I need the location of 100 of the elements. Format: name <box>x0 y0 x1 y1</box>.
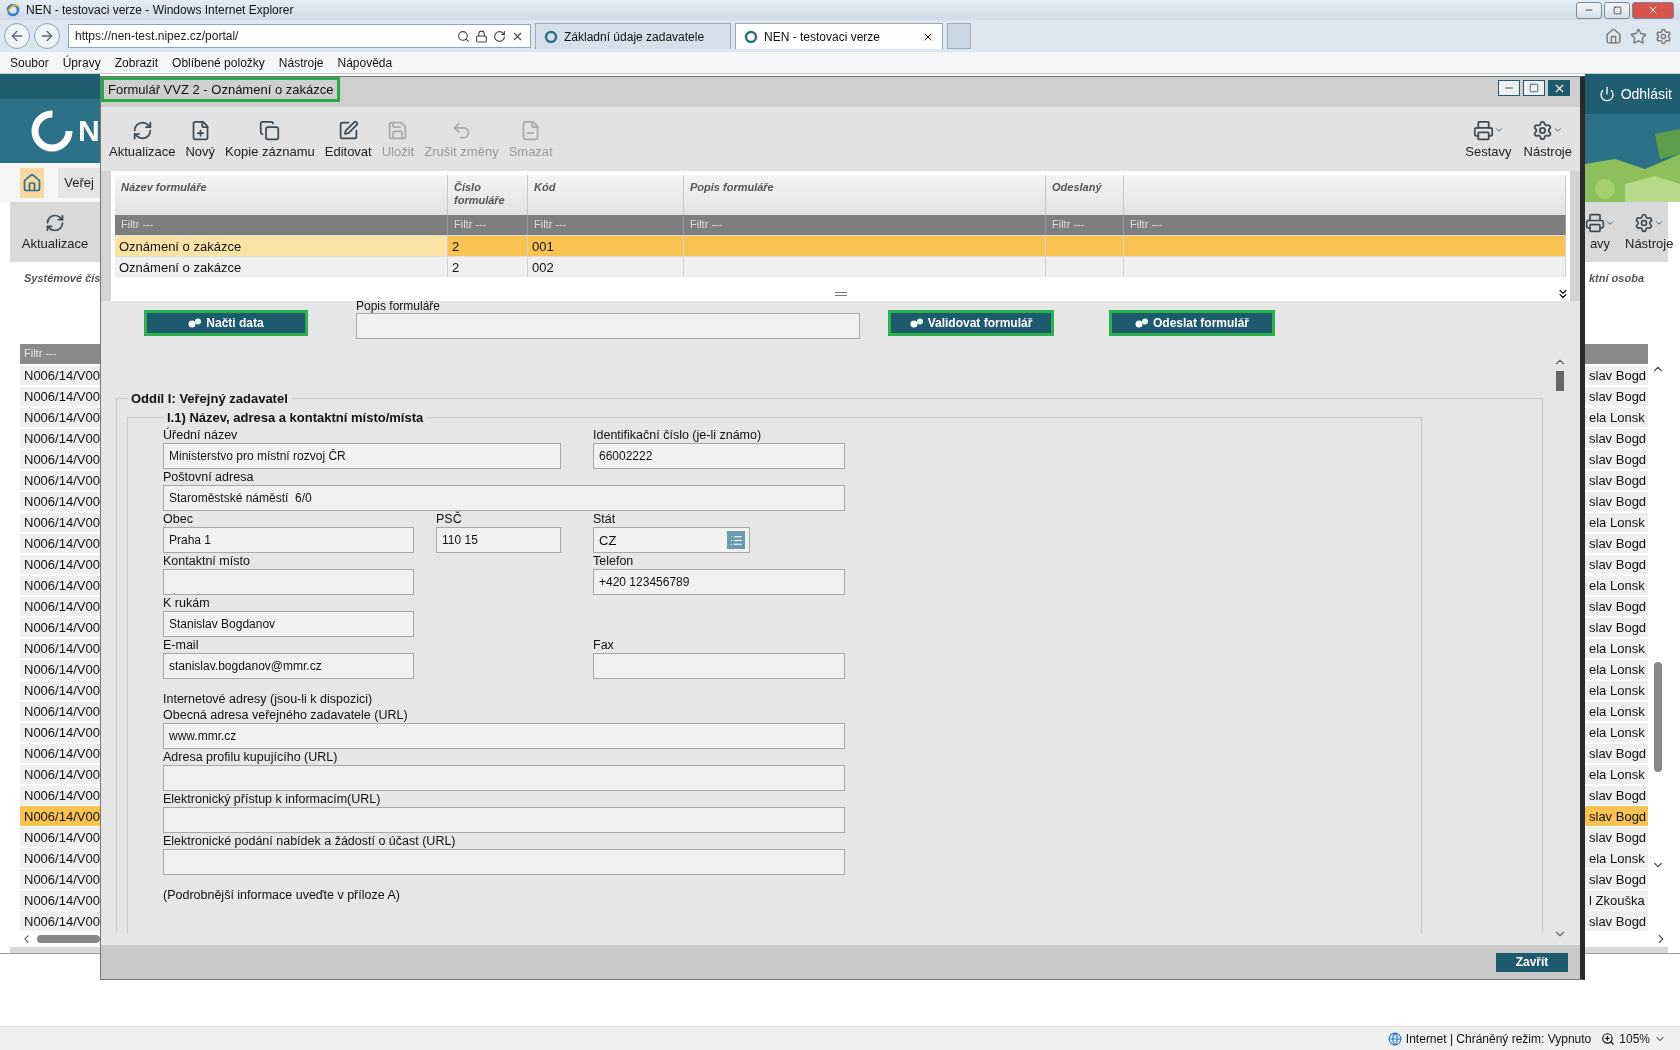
address-bar[interactable]: https://nen-test.nipez.cz/portal/ <box>68 24 531 48</box>
table-cell[interactable] <box>1046 235 1124 256</box>
grip-icon[interactable] <box>834 291 847 297</box>
column-header[interactable]: Popis formuláře <box>684 175 1046 215</box>
table-row[interactable]: ela Lonsk <box>1585 764 1648 785</box>
table-row[interactable]: N006/14/V00 <box>20 554 100 575</box>
table-cell[interactable]: 001 <box>528 235 684 256</box>
table-row[interactable]: N006/14/V00 <box>20 407 100 428</box>
scroll-thumb[interactable] <box>1654 662 1662 773</box>
table-cell[interactable]: 2 <box>448 235 528 256</box>
menu-item[interactable]: Úpravy <box>56 55 107 70</box>
column-header[interactable]: Číslo formuláře <box>448 175 528 215</box>
table-cell[interactable]: Oznámení o zakázce <box>115 256 448 277</box>
table-row[interactable]: slav Bogd <box>1585 449 1648 470</box>
table-row[interactable]: N006/14/V00 <box>20 848 100 869</box>
toolbar-button[interactable]: Sestavy <box>1465 119 1512 159</box>
action-button[interactable]: Načti data <box>144 310 308 336</box>
table-row[interactable]: N006/14/V00 <box>20 575 100 596</box>
forward-button[interactable] <box>34 23 60 49</box>
table-row[interactable]: N006/14/V00 <box>20 890 100 910</box>
table-row[interactable]: slav Bogd <box>1585 869 1648 890</box>
table-row[interactable]: N006/14/V00 <box>20 428 100 449</box>
table-row[interactable]: slav Bogd <box>1585 386 1648 407</box>
table-row[interactable]: ela Lonsk <box>1585 722 1648 743</box>
input-field[interactable]: 110 15 <box>436 527 561 553</box>
table-row[interactable]: slav Bogd <box>1585 743 1648 764</box>
table-row[interactable]: l Zkouška <box>1585 890 1648 910</box>
table-row[interactable]: ela Lonsk <box>1585 575 1648 596</box>
action-button[interactable]: Odeslat formulář <box>1109 310 1275 336</box>
table-cell[interactable]: Oznámení o zakázce <box>115 235 448 256</box>
table-row[interactable]: slav Bogd <box>1585 785 1648 806</box>
input-field[interactable]: stanislav.bogdanov@mmr.cz <box>163 653 414 679</box>
table-row[interactable]: slav Bogd <box>1585 911 1648 931</box>
reports-button[interactable]: avy <box>1585 213 1615 252</box>
table-row[interactable]: ela Lonsk <box>1585 848 1648 869</box>
column-header[interactable]: Název formuláře <box>115 175 448 215</box>
table-row[interactable]: N006/14/V00 <box>20 512 100 533</box>
browser-tab[interactable]: NEN - testovaci verze <box>735 23 943 49</box>
toolbar-button[interactable]: Editovat <box>324 119 372 159</box>
refresh-button[interactable]: Aktualizace <box>21 213 89 252</box>
input-field[interactable]: Praha 1 <box>163 527 414 553</box>
menu-item[interactable]: Nástroje <box>272 55 330 70</box>
scroll-thumb[interactable] <box>1556 371 1564 391</box>
table-row[interactable]: slav Bogd <box>1585 617 1648 638</box>
zoom-level[interactable]: 105% <box>1601 1031 1666 1046</box>
new-tab-button[interactable] <box>947 23 971 49</box>
input-field[interactable] <box>163 849 845 875</box>
column-header[interactable]: Kód <box>528 175 684 215</box>
menu-item[interactable]: Zobrazit <box>108 55 165 70</box>
table-row[interactable]: N006/14/V00 <box>20 470 100 491</box>
table-row[interactable]: ela Lonsk <box>1585 407 1648 428</box>
table-row[interactable]: slav Bogd <box>1585 365 1648 386</box>
tools-button[interactable]: Nástroje <box>1625 213 1674 252</box>
table-row[interactable]: N006/14/V00 <box>20 743 100 764</box>
table-row[interactable]: N006/14/V00 <box>20 659 100 680</box>
input-field[interactable] <box>163 569 414 595</box>
table-row[interactable]: N006/14/V00 <box>20 827 100 848</box>
maximize-button[interactable] <box>1523 80 1545 96</box>
toolbar-button[interactable]: Aktualizace <box>109 119 176 159</box>
input-field[interactable]: +420 123456789 <box>593 569 845 595</box>
table-row[interactable]: slav Bogd <box>1585 806 1648 827</box>
table-row[interactable]: N006/14/V00 <box>20 680 100 701</box>
table-cell[interactable]: 2 <box>448 256 528 277</box>
input-field[interactable]: Stanislav Bogdanov <box>163 611 414 637</box>
input-field[interactable]: 66002222 <box>593 443 845 469</box>
list-button[interactable] <box>727 531 745 549</box>
table-row[interactable]: N006/14/V00 <box>20 533 100 554</box>
close-button[interactable] <box>1632 1 1674 19</box>
table-row[interactable]: N006/14/V00 <box>20 617 100 638</box>
filter-field[interactable] <box>1585 344 1648 365</box>
menu-item[interactable]: Oblíbené položky <box>166 55 271 70</box>
table-row[interactable]: slav Bogd <box>1585 554 1648 575</box>
table-row[interactable]: N006/14/V00 <box>20 764 100 785</box>
table-row[interactable]: ela Lonsk <box>1585 680 1648 701</box>
back-button[interactable] <box>4 23 30 49</box>
logout-link[interactable]: Odhlásit <box>1620 85 1672 102</box>
column-header[interactable]: Odeslaný <box>1046 175 1124 215</box>
toolbar-button[interactable]: Nástroje <box>1523 119 1572 159</box>
input-field[interactable]: www.mmr.cz <box>163 723 845 749</box>
table-row[interactable]: N006/14/V00 <box>20 911 100 931</box>
home-button[interactable] <box>20 167 45 198</box>
maximize-button[interactable] <box>1604 1 1630 19</box>
toolbar-button[interactable]: Nový <box>185 119 216 159</box>
table-row[interactable]: N006/14/V00 <box>20 722 100 743</box>
table-row[interactable]: slav Bogd <box>1585 596 1648 617</box>
scroll-thumb[interactable] <box>36 935 100 943</box>
table-row[interactable]: ela Lonsk <box>1585 701 1648 722</box>
input-field[interactable]: Staroměstské náměstí 6/0 <box>163 485 845 511</box>
close-button[interactable] <box>1548 80 1570 96</box>
table-cell[interactable] <box>1124 235 1566 256</box>
table-row[interactable]: slav Bogd <box>1585 827 1648 848</box>
input-field[interactable] <box>163 807 845 833</box>
select-field[interactable]: CZ <box>593 527 750 553</box>
table-row[interactable]: ela Lonsk <box>1585 659 1648 680</box>
table-cell[interactable] <box>1046 256 1124 277</box>
table-row[interactable]: slav Bogd <box>1585 470 1648 491</box>
table-cell[interactable] <box>1124 256 1566 277</box>
minimize-button[interactable] <box>1498 80 1520 96</box>
table-row[interactable]: N006/14/V00 <box>20 596 100 617</box>
input-field[interactable] <box>356 313 860 339</box>
